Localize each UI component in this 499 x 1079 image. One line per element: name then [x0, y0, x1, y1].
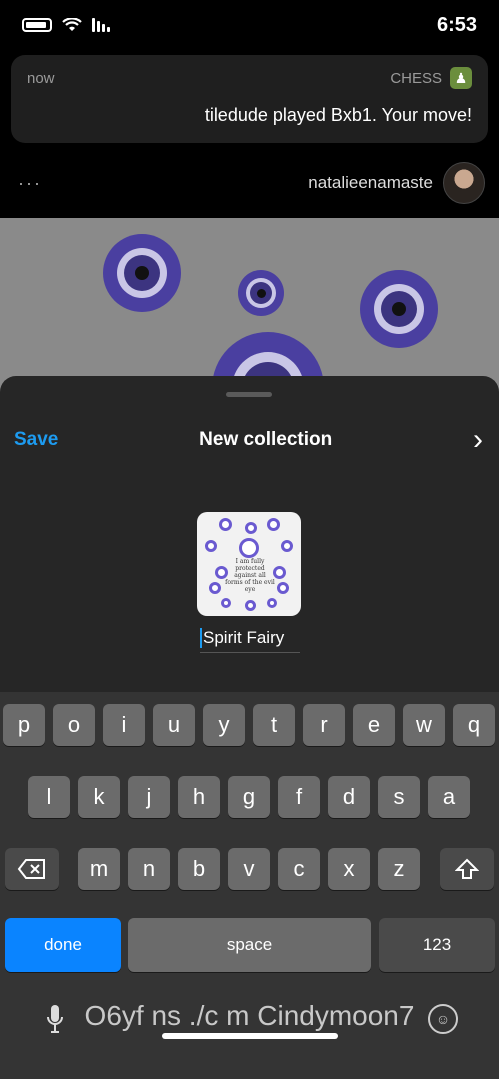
shift-icon: [455, 858, 479, 879]
mic-icon[interactable]: [46, 1004, 64, 1034]
key-b[interactable]: b: [178, 848, 220, 890]
post-user[interactable]: natalieenamaste: [308, 162, 485, 204]
status-icons: [22, 18, 110, 32]
key-z[interactable]: z: [378, 848, 420, 890]
space-key[interactable]: space: [128, 918, 371, 972]
notification-app: CHESS ♟: [390, 67, 472, 89]
key-m[interactable]: m: [78, 848, 120, 890]
collection-name-input[interactable]: Spirit Fairy: [200, 624, 300, 653]
key-u[interactable]: u: [153, 704, 195, 746]
collection-thumbnail[interactable]: I am fully protected against all forms o…: [197, 512, 301, 616]
numbers-key[interactable]: 123: [379, 918, 495, 972]
key-n[interactable]: n: [128, 848, 170, 890]
key-e[interactable]: e: [353, 704, 395, 746]
sheet-title: New collection: [199, 429, 333, 450]
done-key[interactable]: done: [5, 918, 121, 972]
key-q[interactable]: q: [453, 704, 495, 746]
dictation-text: O6yf ns ./c m Cindymoon7: [84, 1000, 415, 1031]
evil-eye-graphic: [238, 270, 284, 316]
key-t[interactable]: t: [253, 704, 295, 746]
key-k[interactable]: k: [78, 776, 120, 818]
key-j[interactable]: j: [128, 776, 170, 818]
notification-message: tiledude played Bxb1. Your move!: [204, 105, 472, 125]
avatar[interactable]: [443, 162, 485, 204]
evil-eye-graphic: [360, 270, 438, 348]
username[interactable]: natalieenamaste: [308, 173, 433, 193]
key-d[interactable]: d: [328, 776, 370, 818]
status-time: 6:53: [436, 13, 477, 36]
home-indicator[interactable]: [162, 1033, 338, 1039]
key-s[interactable]: s: [378, 776, 420, 818]
key-p[interactable]: p: [3, 704, 45, 746]
shift-key[interactable]: [440, 848, 494, 890]
chess-app-icon: ♟: [450, 67, 472, 89]
delete-key[interactable]: [5, 848, 59, 890]
key-w[interactable]: w: [403, 704, 445, 746]
save-button[interactable]: Save: [14, 429, 58, 451]
chevron-right-icon[interactable]: ›: [473, 425, 483, 455]
collection-name-value: Spirit Fairy: [203, 628, 285, 647]
battery-icon: [22, 18, 52, 32]
more-icon[interactable]: ···: [18, 173, 42, 194]
signal-icon: [92, 18, 110, 32]
key-y[interactable]: y: [203, 704, 245, 746]
key-o[interactable]: o: [53, 704, 95, 746]
key-l[interactable]: l: [28, 776, 70, 818]
wifi-icon: [62, 18, 82, 31]
key-h[interactable]: h: [178, 776, 220, 818]
key-v[interactable]: v: [228, 848, 270, 890]
notification-app-name: CHESS: [390, 69, 442, 87]
sheet-header: Save New collection ›: [0, 424, 499, 456]
key-g[interactable]: g: [228, 776, 270, 818]
keyboard: qwertyuiop asdfghjkl zxcvbnm 123 space d…: [0, 692, 499, 1079]
key-r[interactable]: r: [303, 704, 345, 746]
notification-timestamp: now: [27, 69, 55, 87]
post-header: ··· natalieenamaste: [0, 160, 499, 206]
evil-eye-graphic: [103, 234, 181, 312]
key-a[interactable]: a: [428, 776, 470, 818]
thumbnail-text: I am fully protected against all forms o…: [225, 558, 275, 593]
key-c[interactable]: c: [278, 848, 320, 890]
status-bar: 6:53: [0, 0, 499, 50]
key-f[interactable]: f: [278, 776, 320, 818]
new-collection-sheet: Save New collection › I am fully protect…: [0, 376, 499, 696]
text-caret: [200, 628, 202, 648]
push-notification[interactable]: now CHESS ♟ tiledude played Bxb1. Your m…: [11, 55, 488, 143]
delete-icon: [17, 859, 45, 879]
key-i[interactable]: i: [103, 704, 145, 746]
key-x[interactable]: x: [328, 848, 370, 890]
sheet-handle[interactable]: [226, 392, 272, 397]
